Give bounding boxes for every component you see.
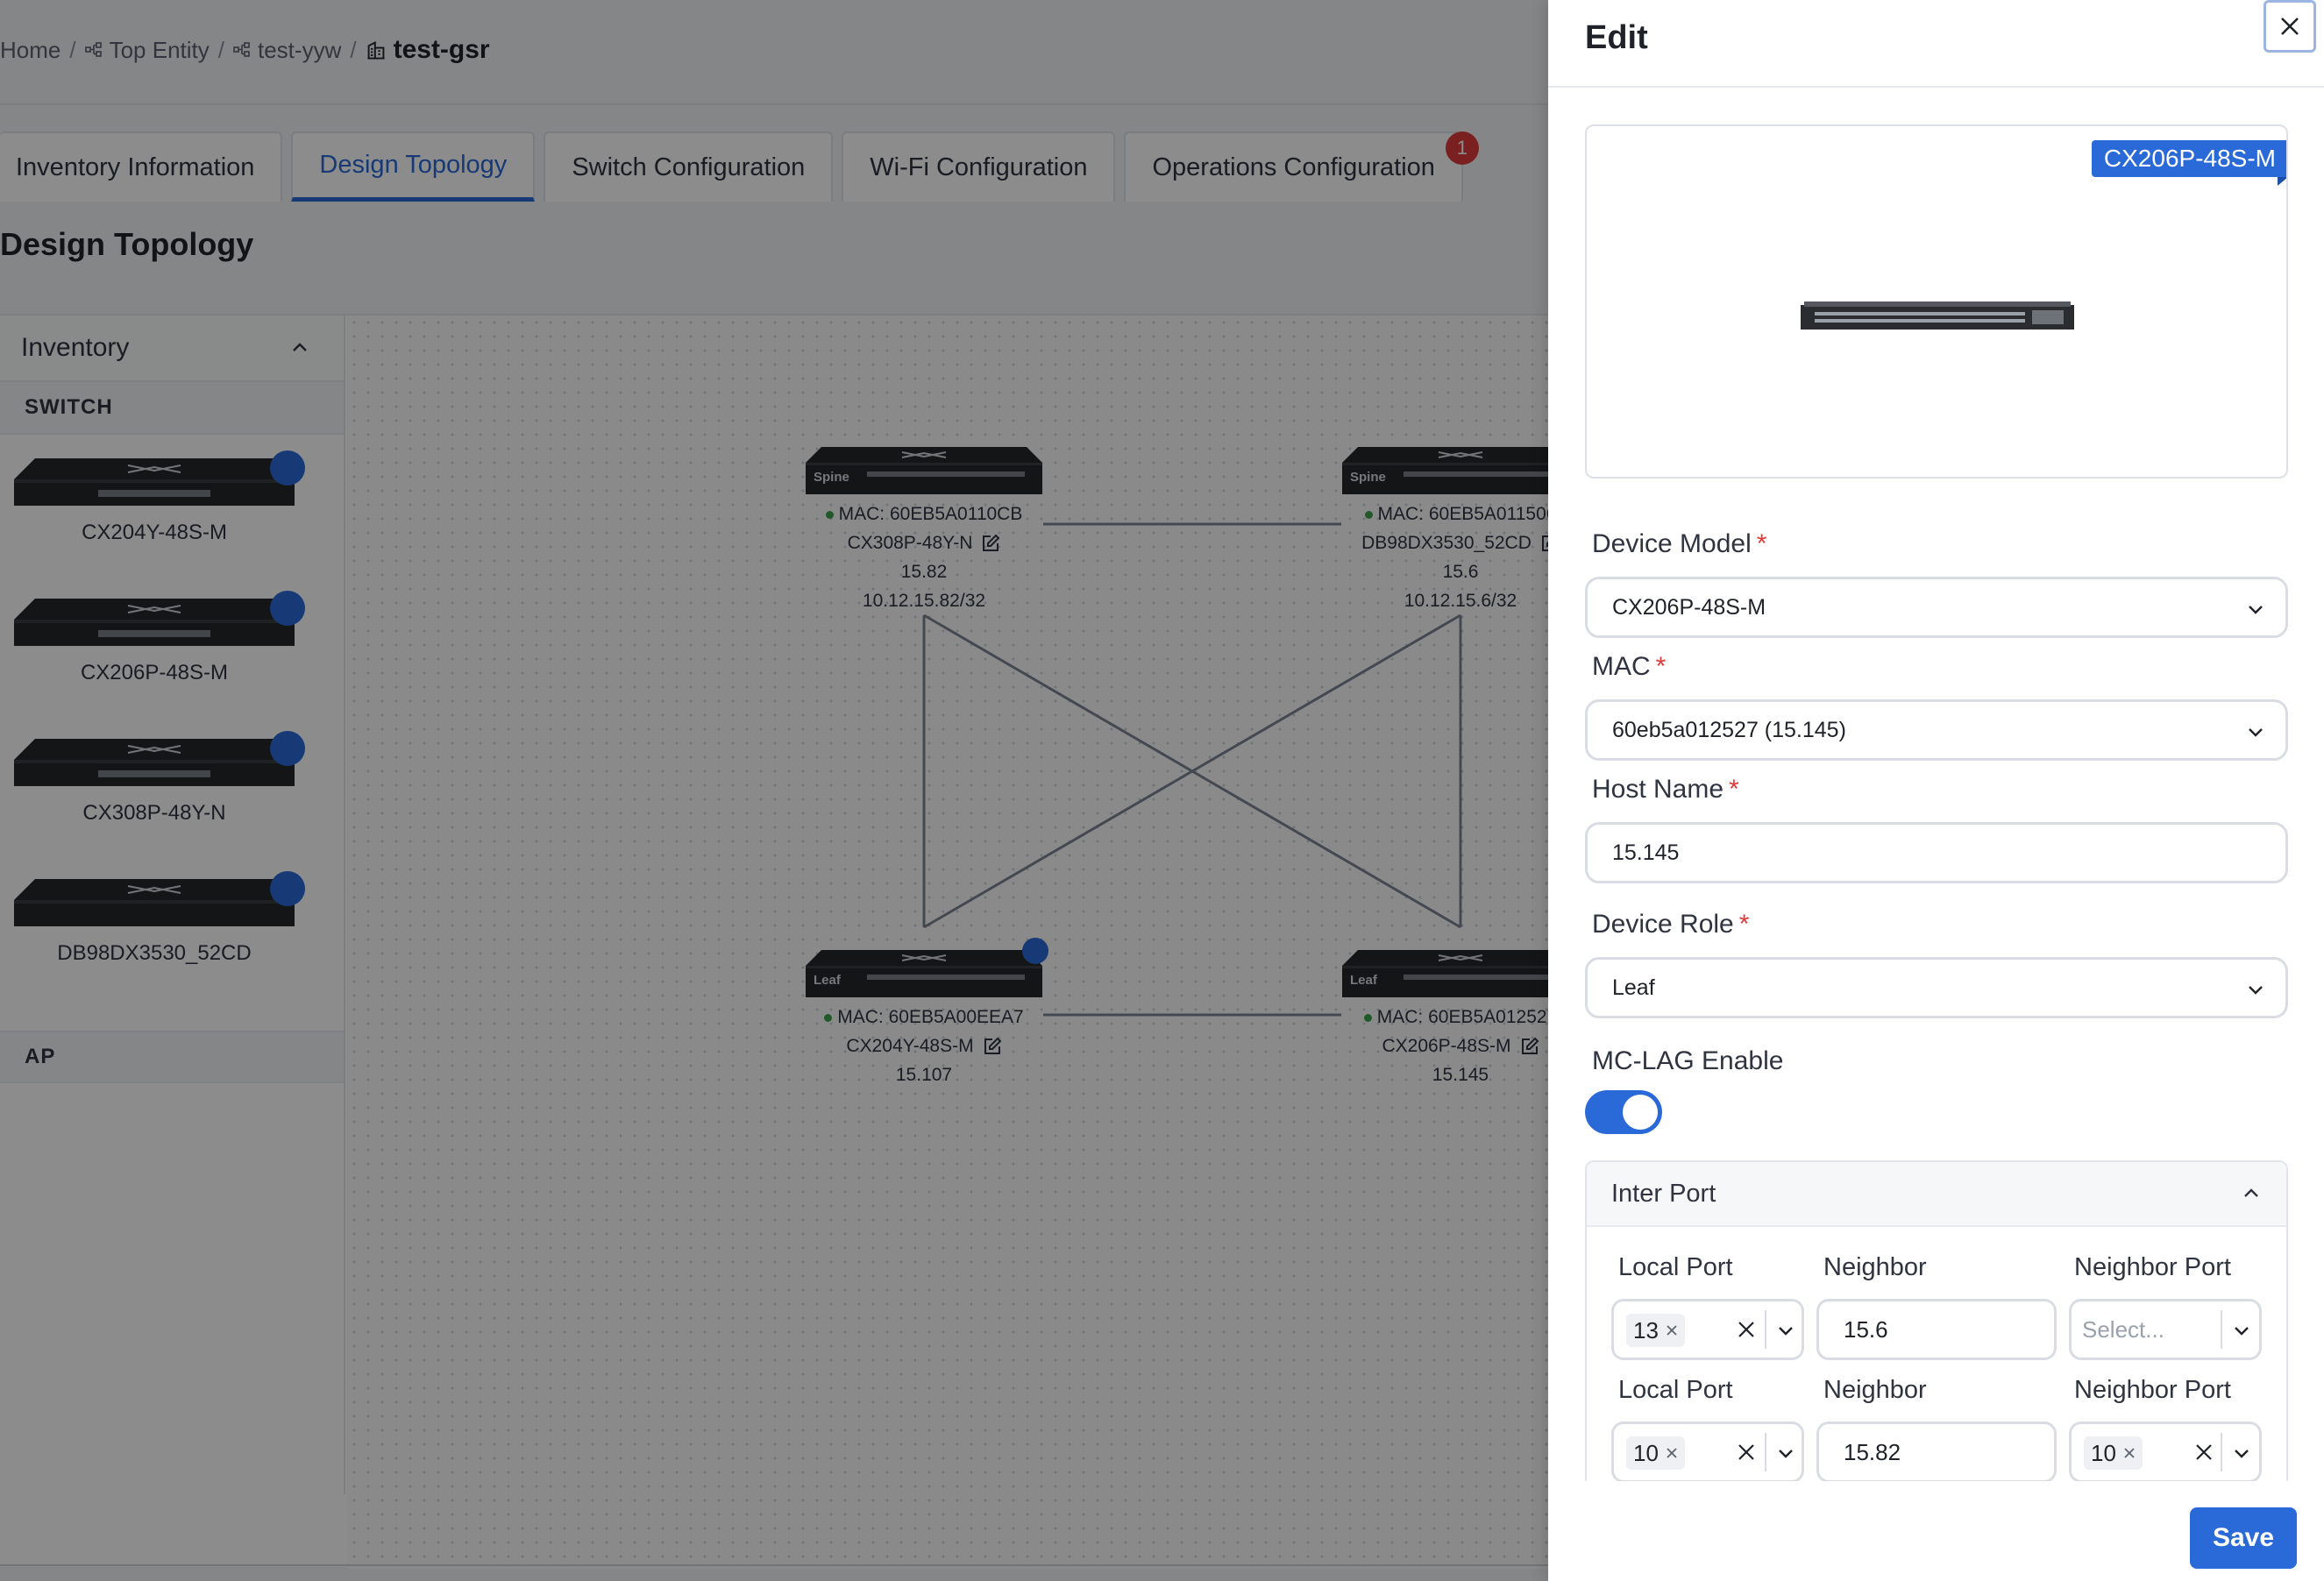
switch-device-image	[1801, 301, 2074, 330]
toggle-knob	[1623, 1095, 1658, 1130]
inter-port-title: Inter Port	[1611, 1179, 1716, 1208]
remove-tag-icon[interactable]	[1666, 1447, 1678, 1459]
select-divider	[2221, 1433, 2222, 1471]
chevron-down-icon[interactable]	[1775, 1443, 1796, 1464]
local-port-select[interactable]: 13	[1611, 1299, 1804, 1360]
device-preview: CX206P-48S-M	[1585, 124, 2288, 479]
neighbor-port-select[interactable]: Select...	[2069, 1299, 2262, 1360]
chevron-down-icon	[2249, 606, 2263, 614]
neighbor-port-label: Neighbor Port	[2074, 1376, 2231, 1404]
neighbor-port-placeholder: Select...	[2082, 1315, 2164, 1343]
chevron-down-icon[interactable]	[2231, 1320, 2252, 1341]
device-role-select[interactable]: Leaf	[1585, 957, 2288, 1018]
device-role-label: Device Role *	[1592, 910, 1750, 939]
close-icon	[2281, 18, 2299, 35]
device-model-tag: CX206P-48S-M	[2091, 140, 2286, 186]
inter-port-row: Local Port Neighbor Neighbor Port 13 15.…	[1587, 1253, 2286, 1376]
chevron-down-icon	[2249, 728, 2263, 737]
neighbor-value: 15.82	[1844, 1438, 1901, 1465]
inter-port-header[interactable]: Inter Port	[1587, 1162, 2286, 1227]
clear-icon[interactable]	[1737, 1320, 1756, 1339]
neighbor-label: Neighbor	[1823, 1376, 1927, 1404]
chevron-down-icon[interactable]	[1775, 1320, 1796, 1341]
local-port-label: Local Port	[1618, 1253, 1733, 1281]
host-name-label: Host Name *	[1592, 775, 1739, 804]
chevron-up-icon	[2244, 1188, 2258, 1197]
clear-icon[interactable]	[1737, 1443, 1756, 1462]
host-name-input[interactable]: 15.145	[1585, 822, 2288, 883]
selected-tag: 10	[2084, 1436, 2143, 1470]
device-model-select[interactable]: CX206P-48S-M	[1585, 577, 2288, 638]
chevron-down-icon	[2249, 986, 2263, 995]
remove-tag-icon[interactable]	[1666, 1324, 1678, 1336]
drawer-header: Edit	[1548, 0, 2324, 88]
close-button[interactable]	[2264, 0, 2316, 53]
mac-label: MAC *	[1592, 652, 1667, 681]
select-divider	[2221, 1310, 2222, 1349]
host-name-value: 15.145	[1612, 840, 1680, 865]
neighbor-input[interactable]: 15.82	[1816, 1421, 2057, 1483]
modal-overlay[interactable]	[0, 0, 1548, 1581]
selected-tag: 10	[1626, 1436, 1685, 1470]
select-divider	[1765, 1433, 1766, 1471]
edit-drawer: Edit CX206P-48S-M Device Model * CX206P-4…	[1548, 0, 2324, 1581]
local-port-select[interactable]: 10	[1611, 1421, 1804, 1483]
device-role-value: Leaf	[1612, 975, 1655, 1000]
inter-port-row: Local Port Neighbor Neighbor Port 10 15.…	[1587, 1376, 2286, 1499]
drawer-title: Edit	[1585, 19, 1648, 56]
mac-value: 60eb5a012527 (15.145)	[1612, 717, 1846, 742]
device-model-label: Device Model *	[1592, 529, 1767, 558]
device-model-value: CX206P-48S-M	[1612, 594, 1766, 620]
save-button[interactable]: Save	[2190, 1507, 2297, 1569]
mac-select[interactable]: 60eb5a012527 (15.145)	[1585, 699, 2288, 761]
neighbor-input[interactable]: 15.6	[1816, 1299, 2057, 1360]
clear-icon[interactable]	[2194, 1443, 2214, 1462]
mc-lag-toggle[interactable]	[1585, 1090, 1662, 1134]
neighbor-label: Neighbor	[1823, 1253, 1927, 1281]
selected-tag: 13	[1626, 1314, 1685, 1347]
mc-lag-label: MC-LAG Enable	[1592, 1046, 1784, 1075]
chevron-down-icon[interactable]	[2231, 1443, 2252, 1464]
neighbor-value: 15.6	[1844, 1315, 1888, 1343]
remove-tag-icon[interactable]	[2123, 1447, 2136, 1459]
local-port-label: Local Port	[1618, 1376, 1733, 1404]
neighbor-port-select[interactable]: 10	[2069, 1421, 2262, 1483]
select-divider	[1765, 1310, 1766, 1349]
neighbor-port-label: Neighbor Port	[2074, 1253, 2231, 1281]
